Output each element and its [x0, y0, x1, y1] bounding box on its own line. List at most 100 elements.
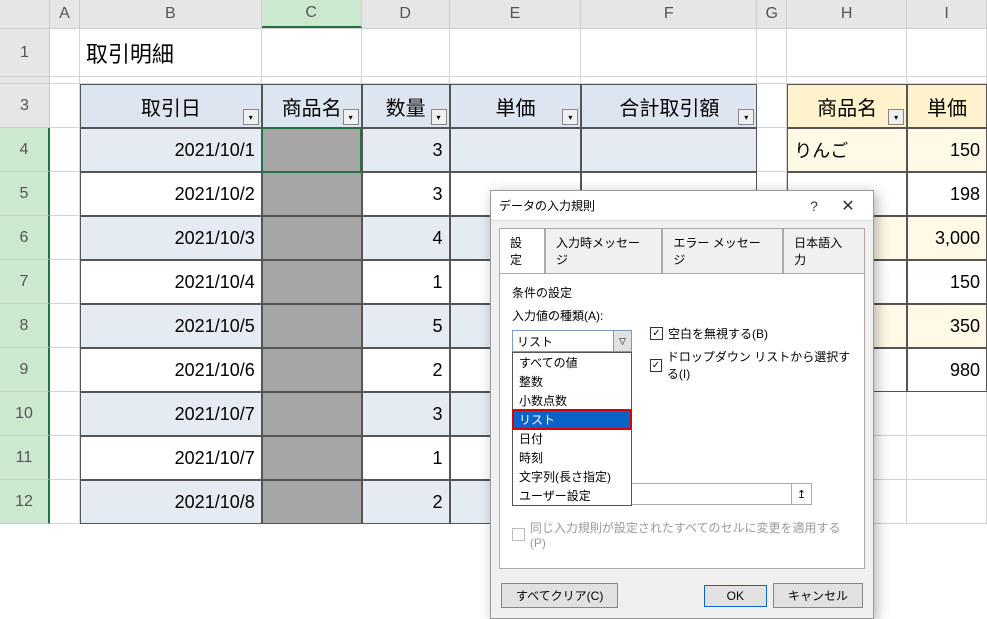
cell[interactable]: [362, 29, 450, 77]
cell[interactable]: [50, 29, 80, 77]
row-header[interactable]: 10: [0, 392, 50, 436]
cell[interactable]: [450, 77, 582, 84]
row-header-1[interactable]: 1: [0, 29, 50, 77]
range-picker-icon[interactable]: ↥: [791, 484, 811, 504]
cell[interactable]: [362, 77, 450, 84]
cell[interactable]: [50, 84, 80, 128]
allow-option[interactable]: 日付: [513, 429, 631, 448]
cell[interactable]: [50, 172, 80, 216]
cell-qty[interactable]: 3: [362, 392, 450, 436]
cell-product[interactable]: [262, 304, 362, 348]
cell-qty[interactable]: 4: [362, 216, 450, 260]
cell[interactable]: [757, 84, 787, 128]
table-header[interactable]: 商品名▾: [787, 84, 907, 128]
cell-product[interactable]: [262, 480, 362, 524]
cell[interactable]: [50, 216, 80, 260]
filter-button[interactable]: ▾: [431, 109, 447, 125]
cell-product[interactable]: [262, 260, 362, 304]
cell[interactable]: [907, 480, 987, 524]
ok-button[interactable]: OK: [704, 585, 767, 607]
cell[interactable]: [262, 77, 362, 84]
apply-all-checkbox[interactable]: 同じ入力規則が設定されたすべてのセルに変更を適用する(P): [512, 519, 852, 550]
row-header[interactable]: 4: [0, 128, 50, 172]
row-header[interactable]: 6: [0, 216, 50, 260]
allow-combobox[interactable]: リスト ▽ すべての値 整数 小数点数 リスト 日付 時刻 文字列(長さ指定) …: [512, 330, 632, 352]
cell-side-price[interactable]: 350: [907, 304, 987, 348]
cell[interactable]: [787, 29, 907, 77]
cell-product[interactable]: [262, 128, 362, 172]
in-cell-dropdown-checkbox[interactable]: ✓ ドロップダウン リストから選択する(I): [650, 348, 852, 382]
allow-option[interactable]: 整数: [513, 372, 631, 391]
cell-date[interactable]: 2021/10/2: [80, 172, 262, 216]
cell[interactable]: [907, 29, 987, 77]
col-header-G[interactable]: G: [757, 0, 787, 28]
row-header[interactable]: 9: [0, 348, 50, 392]
tab-error-alert[interactable]: エラー メッセージ: [662, 228, 783, 274]
col-header-E[interactable]: E: [450, 0, 582, 28]
cell[interactable]: [262, 29, 362, 77]
cell-date[interactable]: 2021/10/7: [80, 436, 262, 480]
close-button[interactable]: ✕: [831, 192, 865, 220]
cell-total[interactable]: [581, 128, 757, 172]
cell-product[interactable]: [262, 216, 362, 260]
cell[interactable]: [50, 436, 80, 480]
cell-date[interactable]: 2021/10/4: [80, 260, 262, 304]
cell-product[interactable]: [262, 436, 362, 480]
cell-product[interactable]: [262, 392, 362, 436]
dialog-titlebar[interactable]: データの入力規則 ? ✕: [491, 191, 873, 221]
cell-qty[interactable]: 5: [362, 304, 450, 348]
cell[interactable]: [907, 392, 987, 436]
allow-option-selected[interactable]: リスト: [513, 410, 631, 429]
allow-option[interactable]: すべての値: [513, 353, 631, 372]
cell[interactable]: [50, 260, 80, 304]
filter-button[interactable]: ▾: [888, 109, 904, 125]
cell[interactable]: [581, 29, 757, 77]
col-header-F[interactable]: F: [581, 0, 757, 28]
cell-price[interactable]: [450, 128, 582, 172]
cell-date[interactable]: 2021/10/5: [80, 304, 262, 348]
row-header[interactable]: 12: [0, 480, 50, 524]
cell[interactable]: [50, 348, 80, 392]
cell[interactable]: [50, 392, 80, 436]
cell[interactable]: [581, 77, 757, 84]
tab-input-message[interactable]: 入力時メッセージ: [545, 228, 662, 274]
col-header-A[interactable]: A: [50, 0, 80, 28]
cell-title[interactable]: 取引明細: [80, 29, 262, 77]
cell-qty[interactable]: 1: [362, 436, 450, 480]
cell[interactable]: [787, 77, 907, 84]
col-header-C[interactable]: C: [262, 0, 362, 28]
row-header[interactable]: 5: [0, 172, 50, 216]
cell[interactable]: [907, 436, 987, 480]
allow-option[interactable]: ユーザー設定: [513, 486, 631, 505]
table-header[interactable]: 単価: [907, 84, 987, 128]
row-header-3[interactable]: 3: [0, 84, 50, 128]
col-header-H[interactable]: H: [787, 0, 907, 28]
cell-side-product[interactable]: りんご: [787, 128, 907, 172]
cell[interactable]: [450, 29, 582, 77]
col-header-I[interactable]: I: [907, 0, 987, 28]
row-header[interactable]: 11: [0, 436, 50, 480]
cell[interactable]: [757, 128, 787, 172]
cell[interactable]: [50, 480, 80, 524]
cell[interactable]: [50, 128, 80, 172]
cell-side-price[interactable]: 980: [907, 348, 987, 392]
clear-all-button[interactable]: すべてクリア(C): [501, 583, 618, 608]
cell-qty[interactable]: 3: [362, 128, 450, 172]
cancel-button[interactable]: キャンセル: [773, 583, 863, 608]
chevron-down-icon[interactable]: ▽: [613, 331, 631, 351]
filter-button[interactable]: ▾: [243, 109, 259, 125]
filter-button[interactable]: ▾: [738, 109, 754, 125]
cell[interactable]: [50, 77, 80, 84]
cell[interactable]: [50, 304, 80, 348]
ignore-blank-checkbox[interactable]: ✓ 空白を無視する(B): [650, 325, 852, 342]
cell-side-price[interactable]: 3,000: [907, 216, 987, 260]
table-header[interactable]: 単価▾: [450, 84, 582, 128]
cell-qty[interactable]: 3: [362, 172, 450, 216]
select-all-corner[interactable]: [0, 0, 50, 28]
table-header[interactable]: 合計取引額▾: [581, 84, 757, 128]
row-header[interactable]: 8: [0, 304, 50, 348]
filter-button[interactable]: ▾: [343, 109, 359, 125]
cell-date[interactable]: 2021/10/7: [80, 392, 262, 436]
tab-ime-mode[interactable]: 日本語入力: [783, 228, 865, 274]
table-header[interactable]: 数量▾: [362, 84, 450, 128]
